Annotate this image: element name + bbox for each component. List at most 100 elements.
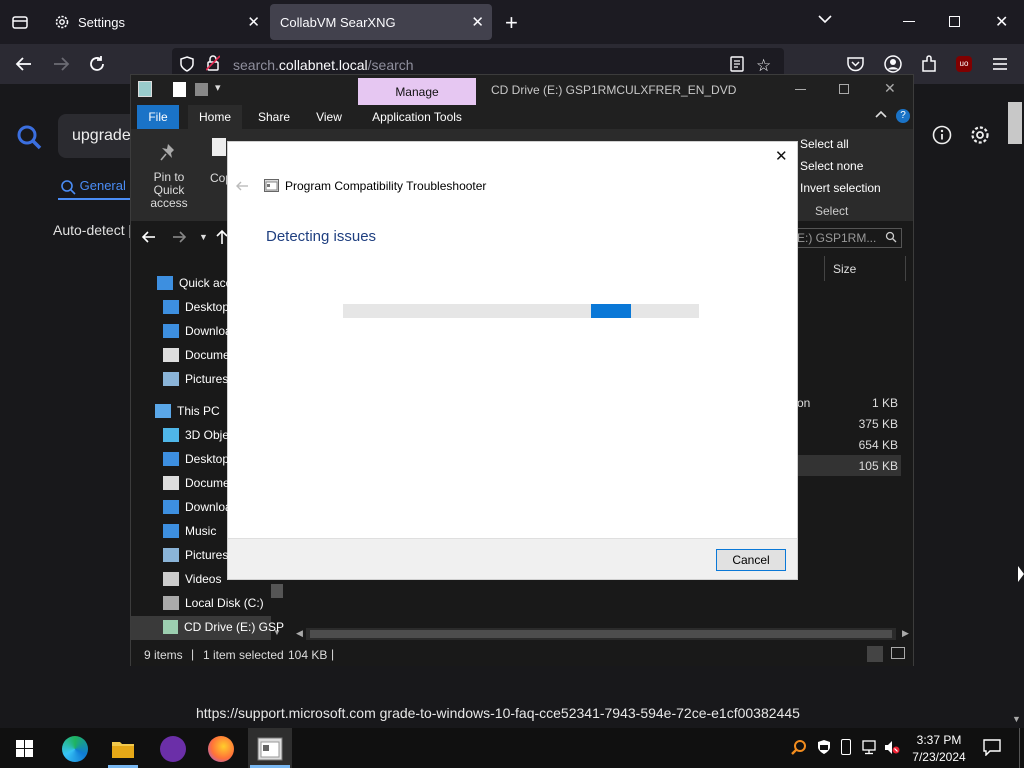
url-text[interactable]: search.collabnet.local/search bbox=[233, 57, 414, 73]
tab-label: CollabVM SearXNG bbox=[280, 14, 396, 30]
minimize-button[interactable] bbox=[903, 21, 915, 22]
details-view-button[interactable] bbox=[867, 646, 883, 662]
tab-manage[interactable]: Manage bbox=[358, 78, 476, 105]
menu-icon[interactable] bbox=[992, 57, 1008, 71]
tab-general[interactable]: General bbox=[60, 178, 126, 195]
collapse-ribbon-icon[interactable] bbox=[875, 110, 887, 118]
show-desktop-button[interactable] bbox=[1019, 728, 1020, 768]
nav-item[interactable]: 3D Objec bbox=[163, 423, 284, 447]
explorer-close-button[interactable]: ✕ bbox=[884, 80, 896, 97]
close-tab-icon[interactable]: ✕ bbox=[247, 13, 260, 31]
explorer-forward-icon[interactable] bbox=[171, 230, 187, 244]
lock-icon[interactable] bbox=[206, 55, 220, 71]
nav-item-label: Pictures bbox=[185, 548, 229, 562]
forward-button[interactable] bbox=[52, 56, 70, 72]
nav-item[interactable]: Quick acc bbox=[157, 271, 284, 295]
nav-item[interactable]: CD Drive (E:) GSP bbox=[163, 615, 284, 639]
dialog-back-icon[interactable] bbox=[235, 180, 249, 192]
notification-icon[interactable] bbox=[983, 739, 1001, 756]
volume-muted-icon[interactable] bbox=[884, 740, 900, 755]
dialog-close-button[interactable]: ✕ bbox=[775, 147, 788, 165]
nav-item[interactable]: Music bbox=[163, 519, 284, 543]
explorer-minimize-button[interactable] bbox=[795, 89, 806, 90]
nav-item[interactable]: Pictures bbox=[163, 543, 284, 567]
progress-indicator bbox=[591, 304, 631, 318]
cancel-button[interactable]: Cancel bbox=[716, 549, 786, 571]
reload-button[interactable] bbox=[88, 55, 106, 73]
file-explorer-icon[interactable] bbox=[110, 736, 136, 762]
selected-count: 1 item selected bbox=[203, 648, 284, 662]
page-scrollbar[interactable] bbox=[1008, 102, 1022, 144]
nav-item[interactable]: This PC bbox=[155, 399, 284, 423]
usb-eject-icon[interactable] bbox=[841, 739, 851, 755]
nav-item[interactable]: Docume bbox=[163, 471, 284, 495]
tab-share[interactable]: Share bbox=[250, 105, 298, 129]
pocket-icon[interactable] bbox=[847, 56, 864, 72]
search-logo-icon bbox=[16, 124, 42, 150]
tab-file[interactable]: File bbox=[137, 105, 179, 129]
tab-home[interactable]: Home bbox=[188, 105, 242, 129]
scroll-left-icon[interactable]: ◀ bbox=[296, 628, 303, 639]
search-tray-icon[interactable] bbox=[791, 739, 807, 755]
pc-icon bbox=[155, 404, 171, 418]
nav-item[interactable]: Local Disk (C:) bbox=[163, 591, 284, 615]
tab-view[interactable]: View bbox=[306, 105, 352, 129]
firefox-icon[interactable] bbox=[208, 736, 234, 762]
search-box[interactable]: E:) GSP1RM... bbox=[790, 228, 902, 248]
edge-icon[interactable] bbox=[62, 736, 88, 762]
extensions-icon[interactable] bbox=[920, 55, 938, 73]
nav-item[interactable]: Downloa bbox=[163, 495, 284, 519]
quick-access-toolbar[interactable]: ▾ bbox=[138, 81, 236, 99]
tab-application-tools[interactable]: Application Tools bbox=[362, 105, 472, 129]
scroll-right-icon[interactable]: ▶ bbox=[902, 628, 909, 639]
new-tab-button[interactable]: + bbox=[505, 10, 518, 36]
account-icon[interactable] bbox=[884, 55, 902, 73]
preferences-gear-icon[interactable] bbox=[969, 124, 991, 146]
select-none-button[interactable]: Select none bbox=[800, 159, 863, 173]
restore-button[interactable] bbox=[949, 16, 960, 27]
select-all-button[interactable]: Select all bbox=[800, 137, 849, 151]
large-icons-view-button[interactable] bbox=[891, 647, 905, 659]
scroll-down-icon[interactable]: ▼ bbox=[1012, 714, 1021, 724]
back-button[interactable] bbox=[15, 56, 33, 72]
invert-selection-button[interactable]: Invert selection bbox=[800, 181, 881, 195]
nav-item[interactable]: Docume bbox=[163, 343, 284, 367]
close-tab-icon[interactable]: ✕ bbox=[471, 13, 484, 31]
ublock-origin-icon[interactable]: uo bbox=[956, 56, 972, 72]
info-icon[interactable] bbox=[932, 125, 952, 145]
horizontal-scrollbar[interactable] bbox=[306, 628, 896, 640]
status-separator: | bbox=[331, 647, 335, 661]
new-folder-icon[interactable] bbox=[195, 83, 208, 96]
close-window-button[interactable]: ✕ bbox=[995, 12, 1008, 32]
explorer-back-icon[interactable] bbox=[141, 230, 157, 244]
chevron-down-icon[interactable] bbox=[818, 14, 832, 24]
customize-toolbar-icon[interactable]: ▾ bbox=[215, 81, 221, 94]
nav-item[interactable]: Downloa bbox=[163, 319, 284, 343]
help-icon[interactable]: ? bbox=[896, 109, 910, 123]
column-header-size[interactable]: Size bbox=[824, 256, 906, 281]
bookmark-star-icon[interactable]: ☆ bbox=[756, 56, 771, 76]
tab-settings[interactable]: Settings ✕ bbox=[44, 4, 268, 40]
security-shield-icon[interactable] bbox=[816, 739, 832, 755]
language-select[interactable]: Auto-detect [ bbox=[53, 222, 132, 238]
network-icon[interactable] bbox=[862, 740, 880, 755]
nav-item[interactable]: Videos bbox=[163, 567, 284, 591]
taskbar-clock[interactable]: 3:37 PM 7/23/2024 bbox=[902, 732, 976, 766]
shield-icon[interactable] bbox=[180, 56, 194, 72]
nav-item[interactable]: Pictures bbox=[163, 367, 284, 391]
pin-to-quick-access-button[interactable]: Pin to Quick access bbox=[137, 171, 201, 210]
start-windows-icon[interactable] bbox=[16, 740, 33, 757]
tab-collabvm-searxng[interactable]: CollabVM SearXNG ✕ bbox=[270, 4, 492, 40]
explorer-window-title: CD Drive (E:) GSP1RMCULXFRER_EN_DVD bbox=[491, 83, 737, 97]
mask-app-icon[interactable] bbox=[160, 736, 186, 762]
properties-icon[interactable] bbox=[173, 82, 186, 97]
recent-locations-icon[interactable]: ▼ bbox=[199, 232, 208, 242]
nav-item[interactable]: Desktop bbox=[163, 447, 284, 471]
explorer-app-icon bbox=[138, 81, 152, 97]
nav-item[interactable]: Desktop bbox=[163, 295, 284, 319]
explorer-maximize-button[interactable] bbox=[839, 84, 849, 94]
tab-list-icon[interactable] bbox=[11, 13, 29, 31]
active-tab-underline bbox=[58, 198, 130, 200]
reader-view-icon[interactable] bbox=[730, 56, 744, 72]
select-group-label: Select bbox=[815, 204, 849, 218]
